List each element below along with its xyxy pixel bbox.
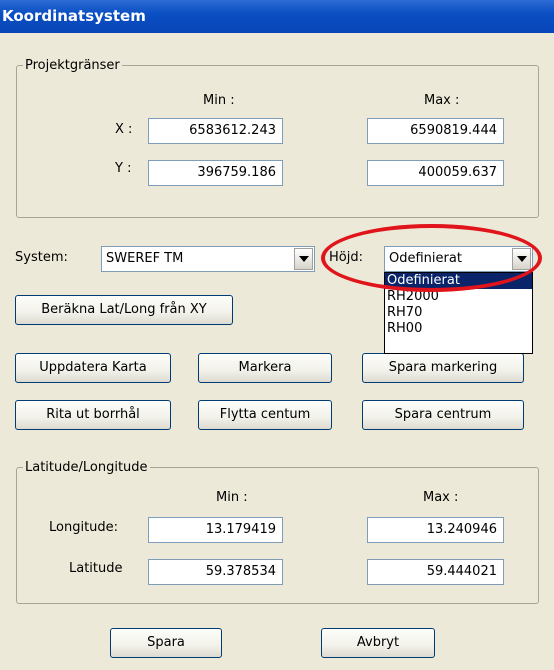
- height-option[interactable]: RH00: [385, 321, 532, 337]
- height-option[interactable]: RH70: [385, 305, 532, 321]
- highlight-ring-annotation: [321, 224, 542, 292]
- min-header: Min :: [203, 93, 235, 108]
- system-dropdown-button[interactable]: [294, 248, 313, 270]
- save-center-button[interactable]: Spara centrum: [362, 400, 524, 430]
- project-bounds-legend: Projektgränser: [25, 58, 120, 73]
- x-max-field[interactable]: 6590819.444: [367, 118, 504, 144]
- latitude-min-field[interactable]: 59.378534: [148, 559, 283, 585]
- longitude-max-field[interactable]: 13.240946: [367, 517, 504, 543]
- max-header: Max :: [424, 93, 460, 108]
- system-select[interactable]: SWEREF TM: [101, 246, 315, 272]
- update-map-button[interactable]: Uppdatera Karta: [15, 353, 171, 383]
- save-marking-button[interactable]: Spara markering: [362, 353, 524, 383]
- chevron-down-icon: [298, 256, 309, 262]
- y-max-field[interactable]: 400059.637: [367, 160, 504, 186]
- save-button[interactable]: Spara: [110, 628, 222, 658]
- longitude-label: Longitude:: [49, 520, 119, 535]
- move-center-button[interactable]: Flytta centum: [198, 400, 332, 430]
- system-value: SWEREF TM: [106, 251, 184, 266]
- longitude-min-field[interactable]: 13.179419: [148, 517, 283, 543]
- latlong-max-header: Max :: [423, 490, 459, 505]
- cancel-button[interactable]: Avbryt: [321, 628, 435, 658]
- calc-latlong-button[interactable]: Beräkna Lat/Long från XY: [15, 295, 233, 325]
- x-min-field[interactable]: 6583612.243: [148, 118, 283, 144]
- latitude-max-field[interactable]: 59.444021: [367, 559, 504, 585]
- latlong-min-header: Min :: [216, 490, 248, 505]
- y-min-field[interactable]: 396759.186: [148, 160, 283, 186]
- x-label: X :: [115, 122, 133, 137]
- mark-button[interactable]: Markera: [198, 353, 332, 383]
- title-bar: Koordinatsystem: [0, 0, 554, 33]
- window-title: Koordinatsystem: [2, 7, 146, 25]
- draw-boreholes-button[interactable]: Rita ut borrhål: [15, 400, 171, 430]
- height-option[interactable]: RH2000: [385, 289, 532, 305]
- latitude-label: Latitude: [69, 561, 123, 576]
- y-label: Y :: [115, 161, 132, 176]
- system-label: System:: [15, 250, 68, 265]
- latlong-legend: Latitude/Longitude: [25, 460, 148, 475]
